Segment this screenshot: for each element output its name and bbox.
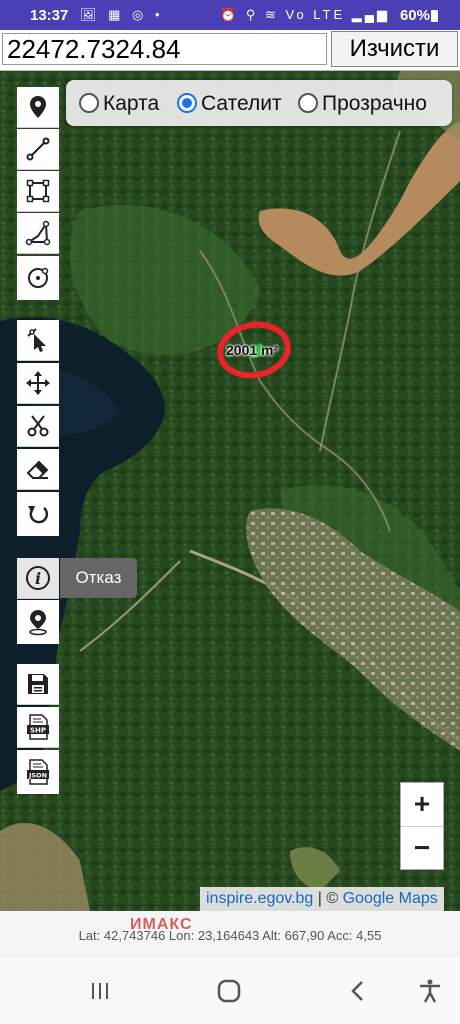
svg-text:JSON: JSON <box>28 772 47 780</box>
map-view[interactable]: Карта Сателит Прозрачно i Отказ SHP JSON… <box>0 71 460 911</box>
recent-apps-icon <box>92 983 108 999</box>
undo-tool-button[interactable] <box>17 492 59 536</box>
attribution-separator: | © <box>313 890 343 907</box>
clear-button[interactable]: Изчисти <box>331 31 458 67</box>
battery-icon <box>431 10 438 22</box>
export-shp-button[interactable]: SHP <box>17 707 59 748</box>
gps-readout: Lat: 42,743746 Lon: 23,164643 Alt: 667,9… <box>78 928 382 943</box>
marker-tool-button[interactable] <box>17 87 59 128</box>
circle-tool-button[interactable] <box>17 256 59 300</box>
eraser-icon <box>26 460 49 479</box>
move-arrows-icon <box>26 371 50 395</box>
zoom-in-button[interactable]: + <box>401 783 443 827</box>
watermark: ИМАКС <box>130 916 193 933</box>
scissors-icon <box>27 415 49 437</box>
select-tool-button[interactable] <box>17 320 59 361</box>
coordinates-input[interactable] <box>2 33 327 65</box>
info-icon: i <box>26 566 50 590</box>
polygon-tool-button[interactable] <box>17 213 59 254</box>
back-button[interactable] <box>341 975 375 1007</box>
move-tool-button[interactable] <box>17 363 59 404</box>
shp-file-icon: SHP <box>27 714 49 740</box>
map-type-selector: Карта Сателит Прозрачно <box>66 80 452 126</box>
accessibility-icon <box>420 979 440 1003</box>
rectangle-tool-button[interactable] <box>17 171 59 212</box>
save-floppy-icon <box>28 674 48 694</box>
cut-tool-button[interactable] <box>17 406 59 447</box>
map-type-option-transparent[interactable]: Прозрачно <box>298 92 427 116</box>
status-time: 13:37 <box>30 7 69 24</box>
line-tool-button[interactable] <box>17 129 59 170</box>
undo-icon <box>28 506 49 524</box>
top-bar: Изчисти <box>0 30 460 71</box>
save-tool-button[interactable] <box>17 664 59 705</box>
cancel-tooltip[interactable]: Отказ <box>60 558 137 598</box>
back-chevron-icon <box>351 981 363 1001</box>
map-attribution: inspire.egov.bg | © Google Maps <box>200 887 444 911</box>
radio-selected-icon[interactable] <box>177 93 197 113</box>
parcel-area-label: 2001 m² <box>226 342 279 358</box>
map-type-option-satellite[interactable]: Сателит <box>177 92 282 116</box>
export-json-button[interactable]: JSON <box>17 750 59 794</box>
home-button[interactable] <box>212 975 246 1007</box>
google-maps-link[interactable]: Google Maps <box>343 890 438 907</box>
location-pin-icon <box>29 610 47 636</box>
system-status-icons: ⏰ ⚲ ≋ Vo LTE ▂▄▆ <box>220 7 390 22</box>
circle-draw-icon <box>28 267 49 288</box>
battery-percent: 60% <box>399 7 430 24</box>
select-cursor-icon <box>27 328 46 352</box>
accessibility-button[interactable] <box>413 975 447 1007</box>
zoom-out-button[interactable]: − <box>401 827 443 870</box>
home-icon <box>217 979 241 1003</box>
satellite-imagery <box>0 71 460 911</box>
erase-tool-button[interactable] <box>17 449 59 490</box>
map-marker-icon <box>30 96 46 118</box>
svg-text:SHP: SHP <box>30 727 46 735</box>
map-type-option-map[interactable]: Карта <box>79 92 159 116</box>
info-tool-button[interactable]: i <box>17 558 59 599</box>
system-navigation-bar <box>0 957 460 1024</box>
inspire-link[interactable]: inspire.egov.bg <box>206 890 313 907</box>
line-draw-icon <box>26 137 50 161</box>
radio-icon[interactable] <box>298 93 318 113</box>
zoom-control: + − <box>400 782 444 870</box>
polygon-draw-icon <box>25 220 51 246</box>
notification-icons: 🖼 ▦ ◎ • <box>80 7 164 22</box>
rectangle-draw-icon <box>26 179 50 203</box>
svg-text:i: i <box>35 569 41 588</box>
radio-icon[interactable] <box>79 93 99 113</box>
recent-apps-button[interactable] <box>83 975 117 1007</box>
locate-tool-button[interactable] <box>17 600 59 644</box>
json-file-icon: JSON <box>27 759 49 785</box>
gps-info-bar: Lat: 42,743746 Lon: 23,164643 Alt: 667,9… <box>0 911 460 957</box>
status-bar: 13:37 🖼 ▦ ◎ • ⏰ ⚲ ≋ Vo LTE ▂▄▆ 60% <box>0 0 460 30</box>
